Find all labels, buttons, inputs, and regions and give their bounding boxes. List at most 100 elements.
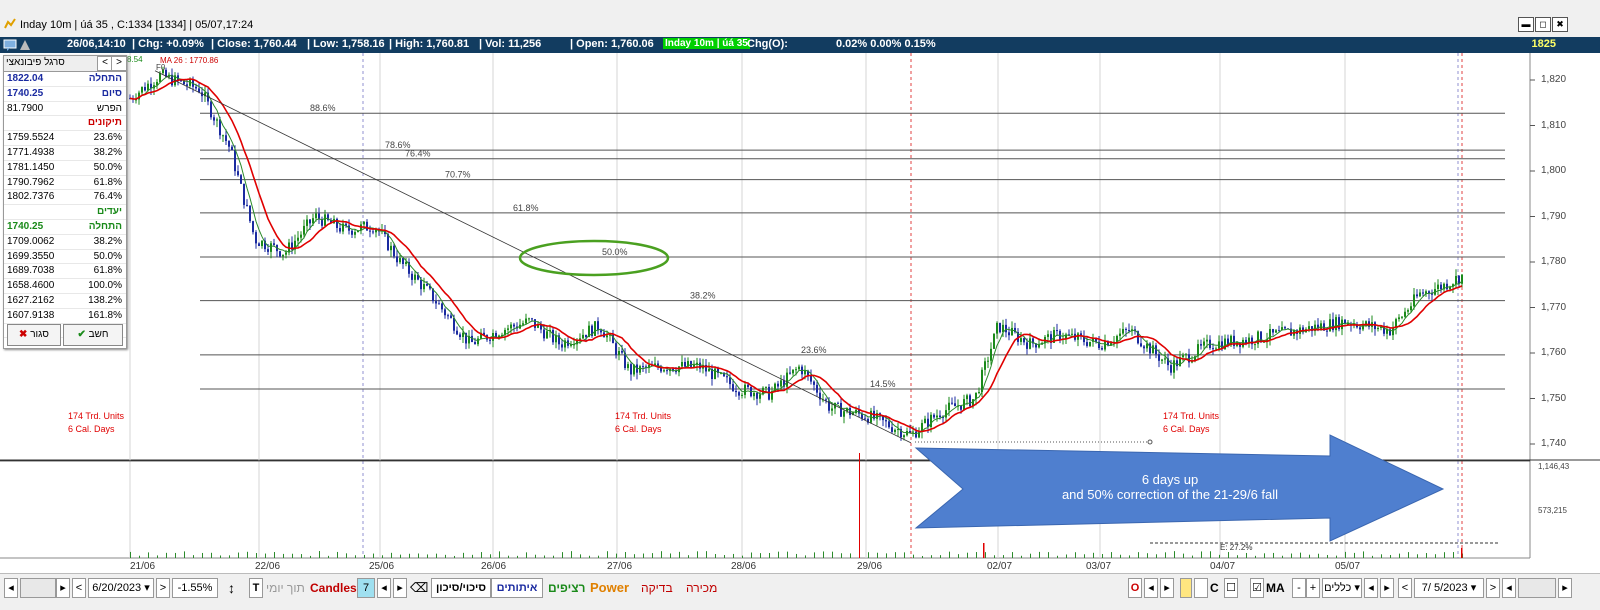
ma-label[interactable]: MA [1266,579,1285,597]
maximize-button[interactable]: ◻ [1535,17,1551,32]
scroll-left-button[interactable]: ◂ [4,578,18,598]
date-next-button[interactable]: > [156,578,170,598]
intraday-label[interactable]: תוך יומי [266,579,305,597]
candle-body [258,243,260,247]
volume-bar [562,552,563,558]
c-checkbox[interactable]: ☐ [1224,578,1238,598]
candle-body [237,171,239,176]
volume-bar [679,551,680,558]
candle-body [1140,343,1142,347]
candle-body [1089,341,1091,346]
price-chart[interactable]: 88.6%78.6%76.4%70.7%61.8%50.0%38.2%23.6%… [0,53,1600,573]
candles-label[interactable]: Candles [310,579,357,597]
minimize-button[interactable]: ▬ [1518,17,1534,32]
volume-bar [814,552,815,558]
candle-body [1029,338,1031,349]
date-prev-button[interactable]: < [72,578,86,598]
volume-bar [706,551,707,558]
tool-prev-button[interactable]: ◂ [1144,578,1158,598]
tool-next-button[interactable]: ▸ [1160,578,1174,598]
candle-body [1455,275,1457,285]
signals-button[interactable]: איתותים [491,578,543,598]
close-window-button[interactable]: ✖ [1552,17,1568,32]
candle-body [552,329,554,343]
fib-row: 1740.25 התחלה [4,220,126,235]
candle-body [894,429,896,432]
scroll-right-button[interactable]: ▸ [56,578,70,598]
volume-bar [409,553,410,558]
o-button[interactable]: O [1128,578,1142,598]
volume-bar [517,555,518,558]
sell-button[interactable]: מכירה [686,579,717,597]
candle-body [1011,327,1013,336]
eraser-icon[interactable]: ⌫ [410,579,428,597]
candles-prev-button[interactable]: ◂ [377,578,391,598]
candles-number[interactable]: 7 [357,578,375,598]
fib-calc-button[interactable]: ✔ חשב [63,324,123,346]
ma-minus-button[interactable]: - [1292,578,1306,598]
volume-bar [202,552,203,558]
volume-bar [841,553,842,558]
candle-body [441,303,443,310]
volume-bar [148,552,149,558]
volume-bar [1300,552,1301,558]
power-button[interactable]: Power [590,579,629,597]
candle-body [513,324,515,327]
volume-bar [1183,553,1184,558]
info-last-price: 1825 [1531,38,1556,50]
scroll3-left-button[interactable]: ◂ [1502,578,1516,598]
volume-bar [1003,555,1004,558]
volume-bar [130,551,131,558]
date-picker[interactable]: 6/20/2023 ▾ [88,578,154,598]
scroll3-track[interactable] [1518,578,1556,598]
fib-panel-header: סרגל פיבונאצי < > [4,56,127,72]
ma-plus-button[interactable]: + [1306,578,1320,598]
candle-body [675,371,677,373]
chat-icon[interactable] [3,39,17,51]
candle-body [978,392,980,394]
date2-next-button[interactable]: > [1486,578,1500,598]
c-button[interactable]: C [1210,579,1219,597]
measure-point [1147,439,1153,445]
risk-button[interactable]: סיכוי/סיכון [431,578,491,598]
fib-close-button[interactable]: ✖ סגור [7,324,61,346]
candle-body [1437,284,1439,290]
all-dropdown[interactable]: כללים ▾ [1322,578,1362,598]
candle-body [969,395,971,407]
scroll3-right-button[interactable]: ▸ [1558,578,1572,598]
candles-next-button[interactable]: ▸ [393,578,407,598]
fib-row-value: 1658.4600 [7,280,55,292]
candle-body [219,119,221,136]
warning-icon[interactable] [19,39,31,51]
fib-next-button[interactable]: > [111,56,127,71]
small-box-button[interactable] [1194,578,1208,598]
candle-body [1170,365,1172,373]
candle-body [780,380,782,387]
t-button[interactable]: T [249,578,263,598]
fib-row: תיקונים [4,116,126,132]
fib-row-label: 50.0% [93,161,122,173]
candle-body [795,369,797,371]
volume-bar [229,555,230,558]
candle-body [630,364,632,375]
date2-prev-button[interactable]: < [1398,578,1412,598]
pct-field[interactable]: -1.55% [172,578,218,598]
candle-body [273,243,275,245]
resize-icon[interactable]: ↕ [228,579,235,597]
fib-145-label: 14.5% [870,379,896,389]
check-button[interactable]: בדיקה [641,579,673,597]
scroll2-right-button[interactable]: ▸ [1380,578,1394,598]
volume-bar [436,553,437,558]
volume-bar [490,554,491,558]
scroll2-left-button[interactable]: ◂ [1364,578,1378,598]
scroll-track[interactable] [20,578,56,598]
candle-body [1212,348,1214,350]
date2-picker[interactable]: 7/ 5/2023 ▾ [1414,578,1484,598]
continuous-button[interactable]: רציפים [548,579,585,597]
candle-body [597,321,599,331]
ma-checkbox[interactable]: ☑ [1250,578,1264,598]
candle-body [474,342,476,345]
y-tick-label: 1,770 [1541,301,1567,313]
candle-body [309,219,311,224]
color-swatch[interactable] [1180,578,1192,598]
